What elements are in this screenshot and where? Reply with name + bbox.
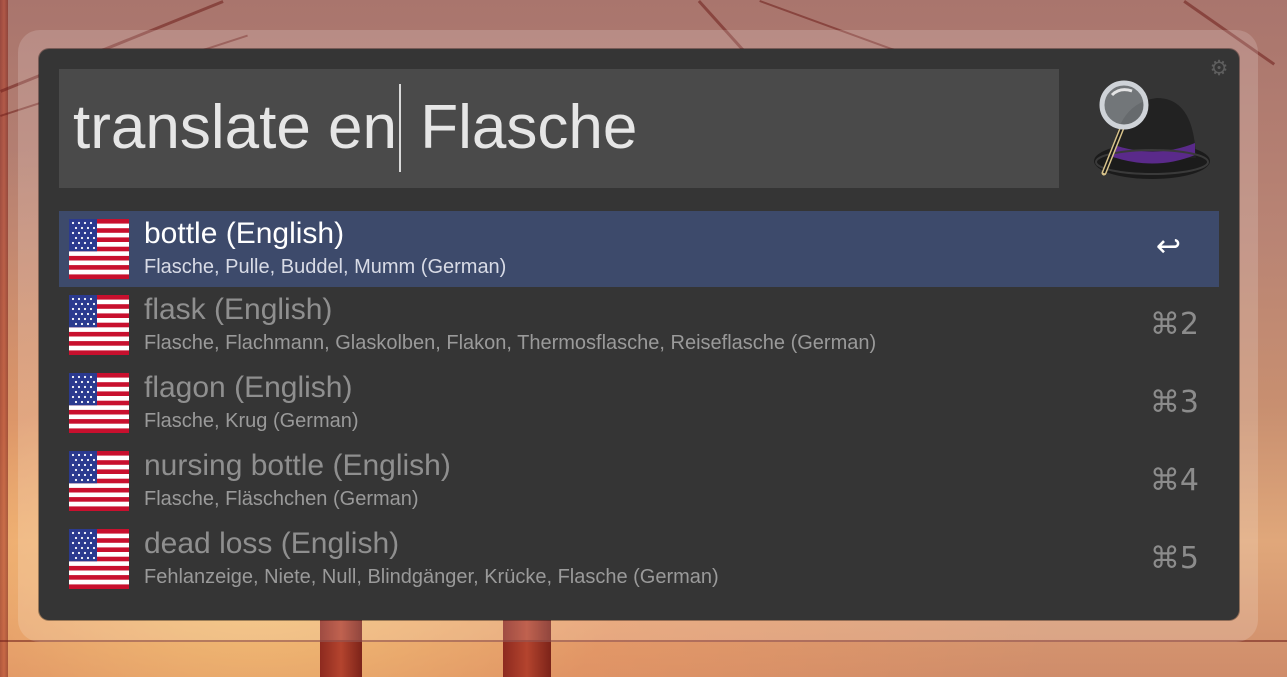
search-input[interactable]: translate en Flasche xyxy=(59,69,1059,188)
result-title: flagon (English) xyxy=(144,371,353,404)
alfred-hat-logo xyxy=(1094,80,1210,179)
result-row[interactable]: bottle (English) Flasche, Pulle, Buddel, … xyxy=(59,211,1219,287)
result-row[interactable]: dead loss (English) Fehlanzeige, Niete, N… xyxy=(59,521,1219,599)
result-title: flask (English) xyxy=(144,293,333,326)
result-title: bottle (English) xyxy=(144,217,345,250)
search-query[interactable]: translate en Flasche xyxy=(73,84,638,172)
result-title: nursing bottle (English) xyxy=(144,449,451,482)
result-subtitle: Flasche, Flachmann, Glaskolben, Flakon, … xyxy=(144,332,877,354)
result-title: dead loss (English) xyxy=(144,527,400,560)
result-subtitle: Flasche, Pulle, Buddel, Mumm (German) xyxy=(144,256,507,278)
result-shortcut: ⌘2 xyxy=(1149,307,1199,342)
us-flag-icon xyxy=(69,529,129,589)
us-flag-icon xyxy=(69,373,129,433)
result-shortcut: ⌘3 xyxy=(1149,385,1199,420)
return-key-icon: ↩ xyxy=(1155,229,1181,264)
result-row[interactable]: flask (English) Flasche, Flachmann, Glask… xyxy=(59,287,1219,365)
us-flag-icon xyxy=(69,295,129,355)
launcher-panel: ⚙ translate en Flasche bottle (English) … xyxy=(39,49,1239,620)
us-flag-icon xyxy=(69,219,129,279)
result-row[interactable]: nursing bottle (English) Flasche, Fläschc… xyxy=(59,443,1219,521)
result-subtitle: Fehlanzeige, Niete, Null, Blindgänger, K… xyxy=(144,566,719,588)
query-after-cursor: Flasche xyxy=(403,93,638,162)
text-cursor xyxy=(399,84,401,172)
result-shortcut: ⌘4 xyxy=(1149,463,1199,498)
result-subtitle: Flasche, Krug (German) xyxy=(144,410,359,432)
us-flag-icon xyxy=(69,451,129,511)
query-before-cursor: translate en xyxy=(73,93,397,162)
result-row[interactable]: flagon (English) Flasche, Krug (German) ⌘3 xyxy=(59,365,1219,443)
results-list: bottle (English) Flasche, Pulle, Buddel, … xyxy=(59,211,1219,599)
result-shortcut: ⌘5 xyxy=(1149,541,1199,576)
result-subtitle: Flasche, Fläschchen (German) xyxy=(144,488,419,510)
